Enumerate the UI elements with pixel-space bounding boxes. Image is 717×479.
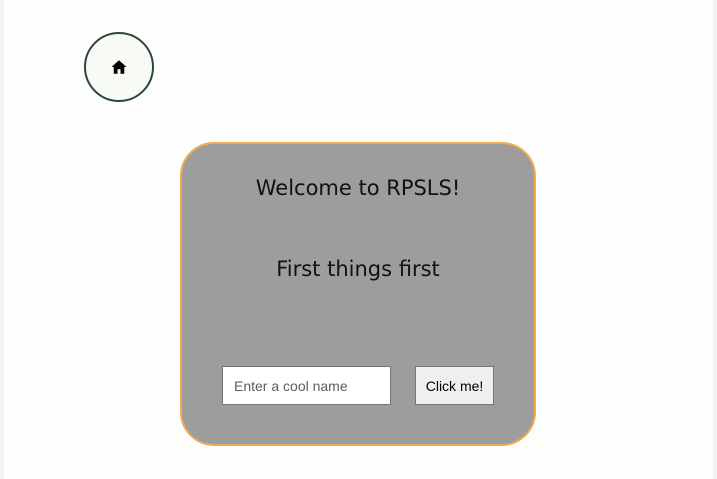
name-input[interactable] <box>222 366 391 405</box>
page: Welcome to RPSLS! First things first Cli… <box>4 0 713 479</box>
subtitle: First things first <box>276 257 440 281</box>
home-button[interactable] <box>84 32 154 102</box>
welcome-card: Welcome to RPSLS! First things first Cli… <box>180 142 536 446</box>
submit-button[interactable]: Click me! <box>415 366 494 405</box>
home-icon <box>111 60 127 74</box>
welcome-title: Welcome to RPSLS! <box>255 176 461 200</box>
